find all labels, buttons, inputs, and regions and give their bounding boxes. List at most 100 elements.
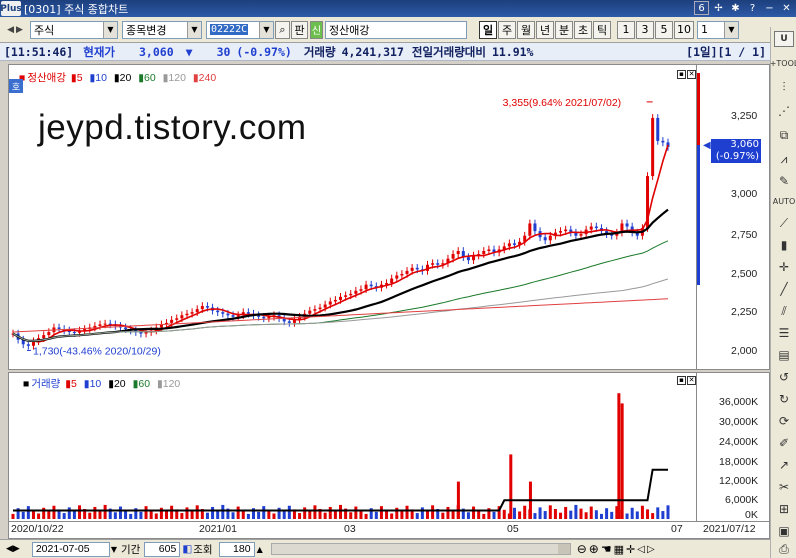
save-icon[interactable]: ▣ bbox=[774, 523, 794, 539]
volume-chart[interactable] bbox=[9, 373, 696, 521]
cycle-icon[interactable]: ⟳ bbox=[774, 413, 794, 429]
volume-chart-panel[interactable]: ■ 거래량 ▮5 ▮10 ▮20 ▮60 ▮120 ▪ ✕ bbox=[8, 372, 697, 522]
nav-arrows[interactable]: ◀ ▶ bbox=[0, 25, 30, 35]
tool-icon[interactable]: +TOOL bbox=[770, 55, 796, 71]
minimize-icon[interactable]: − bbox=[762, 1, 777, 15]
candle-body bbox=[262, 316, 266, 319]
search-button[interactable]: ⌕ bbox=[275, 20, 290, 39]
legend-stock-name: 정산애강 bbox=[27, 72, 66, 84]
window-badge[interactable]: 6 bbox=[694, 1, 709, 15]
volume-bar bbox=[93, 506, 97, 519]
chevron-down-icon[interactable]: ▼ bbox=[103, 21, 117, 38]
volume-bar bbox=[354, 506, 358, 519]
panel-minimize-button[interactable]: ▪ bbox=[677, 376, 686, 385]
prev-arrow-icon[interactable]: ◀ bbox=[7, 25, 14, 35]
overlay-icon[interactable]: ⩘ bbox=[774, 151, 794, 167]
next-page-icon[interactable]: ▶ bbox=[13, 544, 20, 554]
query-icon[interactable]: ◧ bbox=[182, 543, 192, 555]
prev-page-icon[interactable]: ◀ bbox=[6, 544, 13, 554]
query-label[interactable]: 조회 bbox=[193, 542, 212, 557]
panel-close-button[interactable]: ✕ bbox=[687, 376, 696, 385]
tab-minute[interactable]: 분 bbox=[555, 20, 573, 39]
redo-icon[interactable]: ↻ bbox=[774, 391, 794, 407]
period-input[interactable]: 605 bbox=[144, 541, 181, 557]
bar-icon[interactable]: ▮ bbox=[774, 237, 794, 253]
change-stock-select[interactable]: 종목변경 ▼ bbox=[122, 20, 202, 39]
crosshair-icon[interactable]: ✛ bbox=[626, 543, 635, 556]
multiplier-5[interactable]: 5 bbox=[655, 20, 673, 39]
scrollbar-thumb[interactable] bbox=[557, 544, 570, 554]
spinner-icon[interactable]: ▲ bbox=[257, 545, 263, 554]
chevron-down-icon[interactable]: ▼ bbox=[724, 21, 738, 38]
y-tick: 2,000 bbox=[731, 345, 758, 357]
volume-bar bbox=[477, 510, 481, 519]
cross-icon[interactable]: ✛ bbox=[774, 259, 794, 275]
volume-bar bbox=[431, 505, 435, 519]
candle-body bbox=[323, 304, 327, 308]
next-arrow-icon[interactable]: ▶ bbox=[16, 25, 23, 35]
y-tick: 30,000K bbox=[719, 416, 759, 428]
ruler-icon[interactable]: ⊞ bbox=[774, 501, 794, 517]
volume-bar bbox=[165, 511, 169, 519]
print-icon[interactable]: ⎙ bbox=[774, 541, 794, 557]
market-select[interactable]: 주식 ▼ bbox=[30, 20, 118, 39]
multiplier-1[interactable]: 1 bbox=[617, 20, 635, 39]
close-icon[interactable]: ✕ bbox=[779, 1, 794, 15]
tab-day[interactable]: 일 bbox=[479, 20, 497, 39]
help-icon[interactable]: ? bbox=[745, 1, 760, 15]
auto-icon[interactable]: AUTO bbox=[773, 193, 796, 209]
legend-marker: ■ bbox=[23, 378, 30, 390]
trendline-icon[interactable]: ⟋ bbox=[774, 215, 794, 231]
volume-bar bbox=[661, 511, 665, 519]
fibonacci-icon[interactable]: ☰ bbox=[774, 325, 794, 341]
panel-close-button[interactable]: ✕ bbox=[687, 70, 696, 79]
tab-month[interactable]: 월 bbox=[517, 20, 535, 39]
volume-bar bbox=[118, 506, 122, 519]
annotation-icon[interactable]: ✎ bbox=[774, 173, 794, 189]
down-arrow-icon: ▼ bbox=[185, 44, 193, 59]
quote-time: [11:51:46] bbox=[4, 44, 74, 59]
brush-icon[interactable]: ✐ bbox=[774, 435, 794, 451]
order-side-tag[interactable]: 호 bbox=[9, 79, 23, 93]
line-icon[interactable]: ╱ bbox=[774, 281, 794, 297]
pin-icon[interactable]: ✢ bbox=[711, 1, 726, 15]
pan-button[interactable]: 판 bbox=[291, 20, 308, 39]
collapse-icon[interactable]: U bbox=[774, 31, 794, 47]
next-icon[interactable]: ▷ bbox=[647, 544, 655, 555]
date-field[interactable]: 2021-07-05 bbox=[31, 541, 110, 557]
multiplier-10[interactable]: 10 bbox=[674, 20, 694, 39]
volume-bar bbox=[630, 507, 634, 519]
settings-icon[interactable]: ✱ bbox=[728, 1, 743, 15]
multiplier-3[interactable]: 3 bbox=[636, 20, 654, 39]
query-input[interactable]: 180 bbox=[218, 541, 255, 557]
chart-type-icon[interactable]: ⫶ bbox=[774, 79, 794, 95]
grid-icon[interactable]: ▤ bbox=[774, 347, 794, 363]
prev-icon[interactable]: ◁ bbox=[637, 544, 645, 555]
chevron-down-icon[interactable]: ▼ bbox=[187, 21, 201, 38]
zoom-out-icon[interactable]: ⊖ bbox=[577, 542, 587, 556]
panel-minimize-button[interactable]: ▪ bbox=[677, 70, 686, 79]
shape-icon[interactable]: ✂ bbox=[774, 479, 794, 495]
indicator-icon[interactable]: ⋰ bbox=[774, 103, 794, 119]
chevron-down-icon[interactable]: ▼ bbox=[111, 545, 117, 554]
undo-icon[interactable]: ↺ bbox=[774, 369, 794, 385]
tab-week[interactable]: 주 bbox=[498, 20, 516, 39]
channel-icon[interactable]: ⫽ bbox=[774, 303, 794, 319]
tab-second[interactable]: 초 bbox=[574, 20, 592, 39]
period-tabs: 일 주 월 년 분 초 틱 bbox=[479, 20, 611, 39]
chevron-down-icon[interactable]: ▼ bbox=[259, 21, 273, 38]
stock-code-input[interactable]: 02222C ▼ bbox=[206, 20, 274, 39]
tab-tick[interactable]: 틱 bbox=[593, 20, 611, 39]
legend-ma5: ▮5 bbox=[70, 72, 83, 84]
zoom-in-icon[interactable]: ⊕ bbox=[589, 542, 599, 556]
tab-year[interactable]: 년 bbox=[536, 20, 554, 39]
candle-body bbox=[349, 293, 353, 296]
volume-bar bbox=[502, 509, 506, 519]
arrow-tool-icon[interactable]: ↗ bbox=[774, 457, 794, 473]
hand-icon[interactable]: ☚ bbox=[601, 542, 612, 556]
unit-select[interactable]: 1 ▼ bbox=[697, 20, 739, 39]
volume-bar bbox=[446, 506, 450, 519]
fit-icon[interactable]: ▦ bbox=[614, 543, 624, 556]
compare-icon[interactable]: ⧉ bbox=[774, 127, 794, 143]
scrollbar[interactable] bbox=[270, 543, 571, 555]
